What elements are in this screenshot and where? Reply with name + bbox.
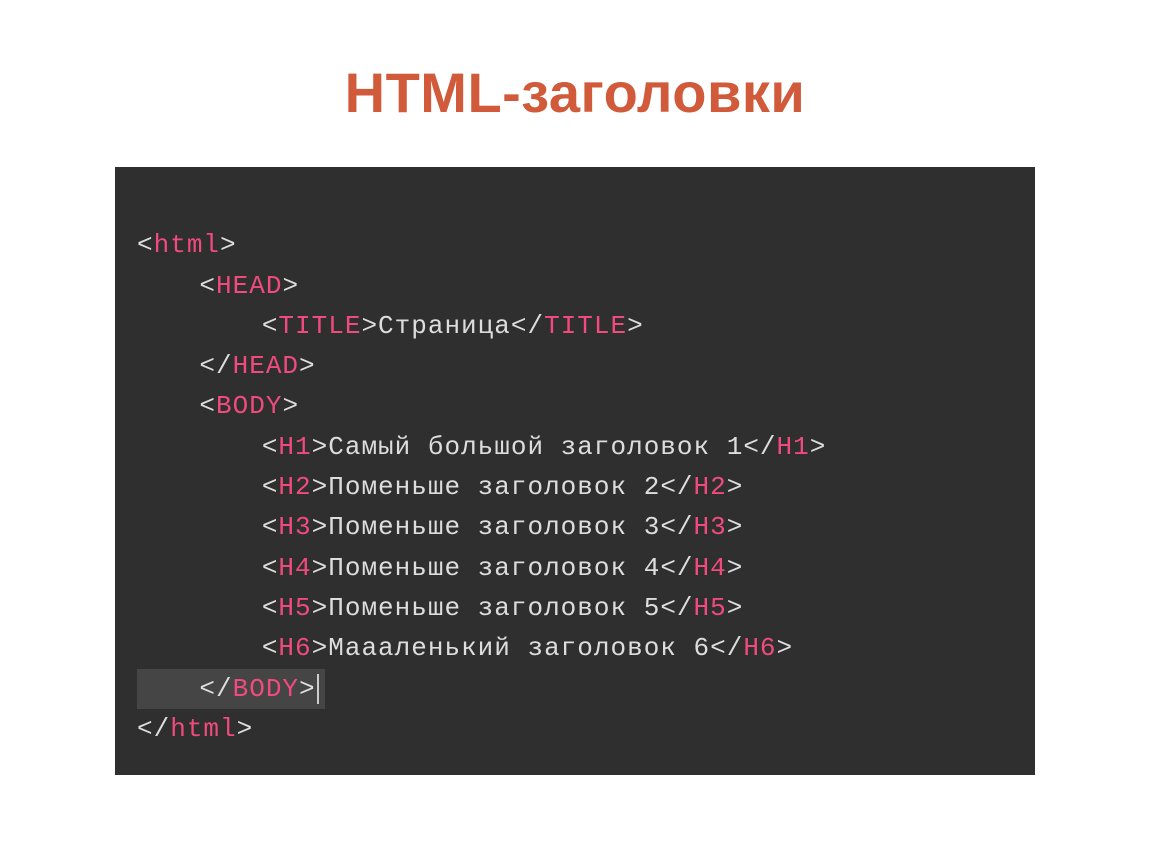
tag-h3-close: H3 bbox=[694, 512, 727, 542]
code-line: <H4>Поменьше заголовок 4</H4> bbox=[137, 553, 743, 583]
h2-text: Поменьше заголовок 2 bbox=[328, 472, 660, 502]
tag-head-open: HEAD bbox=[216, 271, 282, 301]
code-line: <H1>Самый большой заголовок 1</H1> bbox=[137, 432, 826, 462]
h3-text: Поменьше заголовок 3 bbox=[328, 512, 660, 542]
h5-text: Поменьше заголовок 5 bbox=[328, 593, 660, 623]
code-line: <H5>Поменьше заголовок 5</H5> bbox=[137, 593, 743, 623]
h1-text: Самый большой заголовок 1 bbox=[328, 432, 743, 462]
tag-html-close: html bbox=[170, 714, 236, 744]
tag-title-open: TITLE bbox=[278, 311, 361, 341]
code-line: </HEAD> bbox=[137, 351, 316, 381]
code-line: <H6>Маааленький заголовок 6</H6> bbox=[137, 633, 793, 663]
tag-h5-close: H5 bbox=[694, 593, 727, 623]
tag-body-close: BODY bbox=[233, 674, 299, 704]
tag-head-close: HEAD bbox=[233, 351, 299, 381]
tag-h1-open: H1 bbox=[278, 432, 311, 462]
tag-h2-open: H2 bbox=[278, 472, 311, 502]
code-line: <TITLE>Страница</TITLE> bbox=[137, 311, 644, 341]
slide-title: HTML-заголовки bbox=[0, 60, 1150, 125]
code-line: <H3>Поменьше заголовок 3</H3> bbox=[137, 512, 743, 542]
tag-body-open: BODY bbox=[216, 391, 282, 421]
h6-text: Маааленький заголовок 6 bbox=[328, 633, 710, 663]
tag-h1-close: H1 bbox=[777, 432, 810, 462]
code-line: <HEAD> bbox=[137, 271, 299, 301]
tag-h4-close: H4 bbox=[694, 553, 727, 583]
tag-html-open: html bbox=[154, 230, 220, 260]
code-line: <H2>Поменьше заголовок 2</H2> bbox=[137, 472, 743, 502]
tag-h4-open: H4 bbox=[278, 553, 311, 583]
code-line: <BODY> bbox=[137, 391, 299, 421]
h4-text: Поменьше заголовок 4 bbox=[328, 553, 660, 583]
tag-h5-open: H5 bbox=[278, 593, 311, 623]
cursor-icon bbox=[317, 674, 319, 704]
tag-h2-close: H2 bbox=[694, 472, 727, 502]
tag-h6-open: H6 bbox=[278, 633, 311, 663]
tag-title-close: TITLE bbox=[544, 311, 627, 341]
code-line-highlighted: </BODY> bbox=[137, 669, 325, 709]
code-line: </html> bbox=[137, 714, 253, 744]
title-text: Страница bbox=[378, 311, 511, 341]
tag-h6-close: H6 bbox=[743, 633, 776, 663]
tag-h3-open: H3 bbox=[278, 512, 311, 542]
code-editor: <html> <HEAD> <TITLE>Страница</TITLE> </… bbox=[115, 167, 1035, 775]
slide: HTML-заголовки <html> <HEAD> <TITLE>Стра… bbox=[0, 0, 1150, 864]
code-line: <html> bbox=[137, 230, 237, 260]
